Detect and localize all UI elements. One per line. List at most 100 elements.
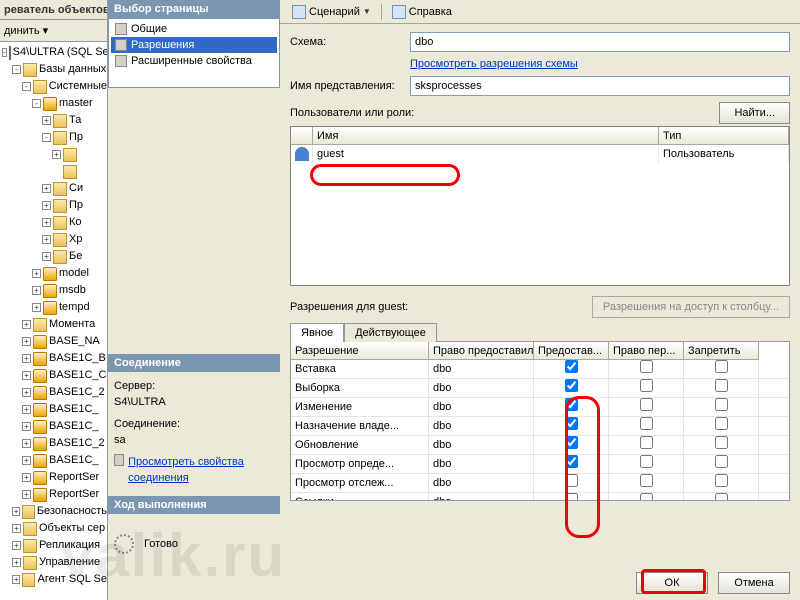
permission-row[interactable]: Обновлениеdbo xyxy=(291,436,789,455)
tree-node[interactable]: +model xyxy=(2,265,107,282)
tree-node[interactable] xyxy=(2,163,107,180)
grant-checkbox[interactable] xyxy=(565,455,578,468)
tree-node[interactable]: +ReportSer xyxy=(2,469,107,486)
tree-node[interactable]: +msdb xyxy=(2,282,107,299)
withgrant-checkbox[interactable] xyxy=(640,360,653,373)
permissions-grid[interactable]: Разрешение Право предоставил Предостав..… xyxy=(290,341,790,501)
cancel-button[interactable]: Отмена xyxy=(718,572,790,594)
deny-checkbox[interactable] xyxy=(715,417,728,430)
deny-checkbox[interactable] xyxy=(715,493,728,501)
expand-icon[interactable]: + xyxy=(22,371,31,380)
tree-node[interactable]: -Пр xyxy=(2,129,107,146)
schema-input[interactable]: dbo xyxy=(410,32,790,52)
expand-icon[interactable]: + xyxy=(32,269,41,278)
permission-row[interactable]: Просмотр опреде...dbo xyxy=(291,455,789,474)
expand-icon[interactable]: + xyxy=(42,201,51,210)
tree-node[interactable]: -master xyxy=(2,95,107,112)
expand-icon[interactable]: + xyxy=(22,320,31,329)
tab-effective[interactable]: Действующее xyxy=(344,323,437,342)
expand-icon[interactable]: + xyxy=(32,303,41,312)
tree-node[interactable]: +BASE1C_B xyxy=(2,350,107,367)
expand-icon[interactable]: + xyxy=(22,337,31,346)
grant-checkbox[interactable] xyxy=(565,360,578,373)
tree-node[interactable]: +Момента xyxy=(2,316,107,333)
tree-node[interactable]: +Пр xyxy=(2,197,107,214)
withgrant-checkbox[interactable] xyxy=(640,417,653,430)
deny-checkbox[interactable] xyxy=(715,455,728,468)
users-col-type[interactable]: Тип xyxy=(659,127,789,145)
expand-icon[interactable]: + xyxy=(42,235,51,244)
expand-icon[interactable]: + xyxy=(42,116,51,125)
grant-checkbox[interactable] xyxy=(565,379,578,392)
tree-node[interactable]: +Управление xyxy=(2,554,107,571)
expand-icon[interactable]: + xyxy=(22,422,31,431)
tree-node[interactable]: +BASE1C_2 xyxy=(2,435,107,452)
expand-icon[interactable]: - xyxy=(12,65,21,74)
perm-col-withgrant[interactable]: Право пер... xyxy=(609,342,684,360)
expand-icon[interactable]: + xyxy=(22,473,31,482)
view-schema-permissions-link[interactable]: Просмотреть разрешения схемы xyxy=(410,58,578,70)
permission-row[interactable]: Изменениеdbo xyxy=(291,398,789,417)
expand-icon[interactable]: + xyxy=(32,286,41,295)
page-selector-item[interactable]: Общие xyxy=(111,21,277,37)
permission-row[interactable]: Назначение владе...dbo xyxy=(291,417,789,436)
expand-icon[interactable]: + xyxy=(12,507,20,516)
withgrant-checkbox[interactable] xyxy=(640,493,653,501)
users-col-name[interactable]: Имя xyxy=(313,127,659,145)
withgrant-checkbox[interactable] xyxy=(640,474,653,487)
tree-node[interactable]: +Ко xyxy=(2,214,107,231)
deny-checkbox[interactable] xyxy=(715,379,728,392)
view-name-input[interactable]: sksprocesses xyxy=(410,76,790,96)
script-button[interactable]: Сценарий ▼ xyxy=(286,2,377,22)
expand-icon[interactable]: + xyxy=(42,252,51,261)
tree-node[interactable]: +Хр xyxy=(2,231,107,248)
expand-icon[interactable]: + xyxy=(12,575,20,584)
page-selector-item[interactable]: Разрешения xyxy=(111,37,277,53)
perm-col-grantor[interactable]: Право предоставил xyxy=(429,342,534,360)
grant-checkbox[interactable] xyxy=(565,398,578,411)
expand-icon[interactable]: - xyxy=(32,99,41,108)
expand-icon[interactable]: + xyxy=(12,541,21,550)
view-connection-link[interactable]: Просмотреть свойства соединения xyxy=(128,454,274,486)
expand-icon[interactable]: - xyxy=(42,133,51,142)
page-selector-list[interactable]: ОбщиеРазрешенияРасширенные свойства xyxy=(108,18,280,88)
expand-icon[interactable]: + xyxy=(22,456,31,465)
help-button[interactable]: Справка xyxy=(386,2,458,22)
tree-node[interactable]: + xyxy=(2,146,107,163)
deny-checkbox[interactable] xyxy=(715,436,728,449)
tree-node[interactable]: +BASE_NA xyxy=(2,333,107,350)
grant-checkbox[interactable] xyxy=(565,417,578,430)
tab-explicit[interactable]: Явное xyxy=(290,323,344,342)
tree-node[interactable]: +Си xyxy=(2,180,107,197)
object-tree[interactable]: -S4\ULTRA (SQL Se-Базы данных-Системные-… xyxy=(0,42,107,590)
expand-icon[interactable]: + xyxy=(12,524,21,533)
expand-icon[interactable]: + xyxy=(22,354,31,363)
tree-node[interactable]: -S4\ULTRA (SQL Se xyxy=(2,44,107,61)
column-permissions-button[interactable]: Разрешения на доступ к столбцу... xyxy=(592,296,790,318)
perm-col-deny[interactable]: Запретить xyxy=(684,342,759,360)
user-row[interactable]: guestПользователь xyxy=(291,145,789,163)
page-selector-item[interactable]: Расширенные свойства xyxy=(111,53,277,69)
tree-node[interactable]: +BASE1C_ xyxy=(2,452,107,469)
tree-node[interactable]: -Системные xyxy=(2,78,107,95)
tree-node[interactable]: +ReportSer xyxy=(2,486,107,503)
tree-node[interactable]: +Бе xyxy=(2,248,107,265)
tree-node[interactable]: +Та xyxy=(2,112,107,129)
expand-icon[interactable]: + xyxy=(22,388,31,397)
expand-icon[interactable]: + xyxy=(12,558,21,567)
object-explorer-toolbar[interactable]: динить ▾ xyxy=(0,20,107,42)
tree-node[interactable]: +Агент SQL Se xyxy=(2,571,107,588)
tree-node[interactable]: +BASE1C_C xyxy=(2,367,107,384)
permission-row[interactable]: Вставкаdbo xyxy=(291,360,789,379)
permission-row[interactable]: Выборкаdbo xyxy=(291,379,789,398)
tree-node[interactable]: +BASE1C_2 xyxy=(2,384,107,401)
deny-checkbox[interactable] xyxy=(715,360,728,373)
perm-col-grant[interactable]: Предостав... xyxy=(534,342,609,360)
tree-node[interactable]: +BASE1C_ xyxy=(2,418,107,435)
grant-checkbox[interactable] xyxy=(565,436,578,449)
withgrant-checkbox[interactable] xyxy=(640,398,653,411)
expand-icon[interactable]: - xyxy=(2,48,7,57)
tree-node[interactable]: +BASE1C_ xyxy=(2,401,107,418)
deny-checkbox[interactable] xyxy=(715,474,728,487)
perm-col-permission[interactable]: Разрешение xyxy=(291,342,429,360)
